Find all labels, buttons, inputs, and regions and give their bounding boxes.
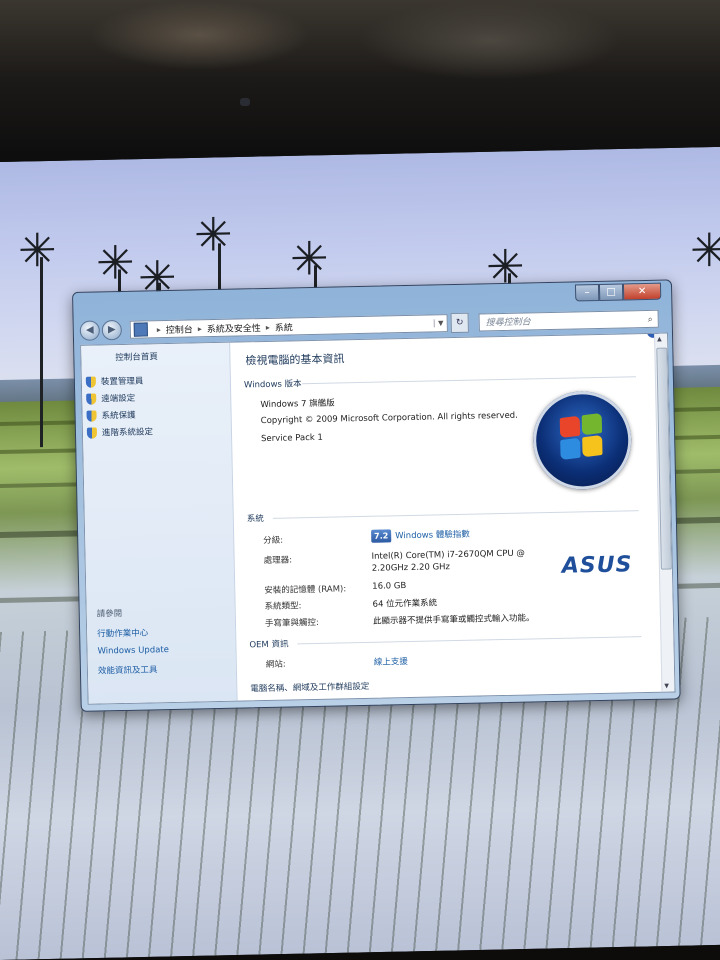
address-dropdown-icon[interactable]: ▼ xyxy=(433,319,447,328)
breadcrumb-separator: ▸ xyxy=(265,322,270,332)
minimize-button[interactable]: – xyxy=(574,283,600,302)
search-placeholder: 搜尋控制台 xyxy=(485,317,531,329)
breadcrumb-separator: ▸ xyxy=(197,323,202,333)
shield-icon xyxy=(86,393,97,405)
windows-update-link[interactable]: Windows Update xyxy=(97,645,169,656)
control-panel-icon xyxy=(133,322,148,337)
experience-index-link[interactable]: Windows 體驗指數 xyxy=(395,530,470,542)
processor-label: 處理器: xyxy=(263,555,293,567)
sidebar-item-remote-settings[interactable]: 遠端設定 xyxy=(86,392,135,405)
content-area: 控制台首頁 裝置管理員 遠端設定 系統保護 進階系統設定 請參閱 行動作業中心 … xyxy=(80,332,676,705)
shield-icon xyxy=(86,410,97,422)
sidebar-item-label: 進階系統設定 xyxy=(101,427,154,439)
rating-value[interactable]: 7.2 Windows 體驗指數 xyxy=(371,528,470,543)
sidebar-item-device-manager[interactable]: 裝置管理員 xyxy=(85,375,144,388)
sidebar-item-label: 遠端設定 xyxy=(101,393,136,405)
processor-value-line2: 2.20GHz 2.20 GHz xyxy=(371,562,451,574)
online-support-link[interactable]: 線上支援 xyxy=(374,655,408,668)
sidebar-item-label: 裝置管理員 xyxy=(100,376,144,388)
search-input[interactable]: 搜尋控制台 ⌕ xyxy=(478,309,659,332)
copyright-text: Copyright © 2009 Microsoft Corporation. … xyxy=(260,410,518,427)
windows-flag-icon xyxy=(559,412,605,463)
pen-touch-value: 此顯示器不提供手寫筆或觸控式輸入功能。 xyxy=(372,613,535,627)
system-section-header: 系統 xyxy=(246,514,264,525)
search-icon[interactable]: ⌕ xyxy=(647,311,653,329)
experience-index-badge: 7.2 xyxy=(371,529,392,543)
main-panel: ? 檢視電腦的基本資訊 Windows 版本 Windows 7 旗艦版 Cop… xyxy=(239,332,660,701)
system-type-label: 系統類型: xyxy=(264,601,302,613)
system-type-value: 64 位元作業系統 xyxy=(372,598,438,610)
breadcrumb-control-panel[interactable]: 控制台 xyxy=(166,322,193,336)
address-bar[interactable]: ▸ 控制台 ▸ 系統及安全性 ▸ 系統 ▼ xyxy=(129,314,448,339)
scrollbar-thumb[interactable] xyxy=(656,347,672,570)
webcam xyxy=(240,98,250,106)
performance-tools-link[interactable]: 效能資訊及工具 xyxy=(98,663,158,676)
sidebar-item-advanced-settings[interactable]: 進階系統設定 xyxy=(86,425,154,439)
background-blur xyxy=(360,0,620,80)
shield-icon xyxy=(85,376,96,388)
see-also-heading: 請參閱 xyxy=(96,609,123,620)
divider xyxy=(301,376,636,385)
sidebar-item-system-protection[interactable]: 系統保護 xyxy=(86,409,136,422)
task-pane: 控制台首頁 裝置管理員 遠端設定 系統保護 進階系統設定 請參閱 行動作業中心 … xyxy=(81,342,238,704)
action-center-link[interactable]: 行動作業中心 xyxy=(97,626,148,639)
rating-label: 分級: xyxy=(263,535,284,547)
edition-section-header: Windows 版本 xyxy=(243,379,302,391)
breadcrumb-separator: ▸ xyxy=(156,324,161,334)
shield-icon xyxy=(86,427,98,439)
oem-section-header: OEM 資訊 xyxy=(249,639,289,651)
breadcrumb-system-security[interactable]: 系統及安全性 xyxy=(207,321,261,335)
background-blur xyxy=(90,0,310,70)
maximize-button[interactable]: □ xyxy=(598,283,624,301)
control-panel-home-link[interactable]: 控制台首頁 xyxy=(115,350,158,363)
page-title: 檢視電腦的基本資訊 xyxy=(245,352,345,368)
windows-edition: Windows 7 旗艦版 xyxy=(260,398,335,411)
windows-logo xyxy=(532,390,633,491)
close-button[interactable]: ✕ xyxy=(622,282,662,301)
refresh-button[interactable]: ↻ xyxy=(450,312,469,334)
vertical-scrollbar[interactable]: ▲ ▼ xyxy=(654,333,675,692)
processor-value-line1: Intel(R) Core(TM) i7-2670QM CPU @ xyxy=(371,548,525,562)
computer-name-section-header: 電腦名稱、網域及工作群組設定 xyxy=(250,681,370,695)
forward-button[interactable]: ▶ xyxy=(101,319,123,341)
ram-label: 安裝的記憶體 (RAM): xyxy=(264,584,347,597)
breadcrumb-system[interactable]: 系統 xyxy=(275,320,293,333)
scroll-down-icon[interactable]: ▼ xyxy=(664,683,669,690)
scroll-up-icon[interactable]: ▲ xyxy=(657,336,662,343)
website-label: 網站: xyxy=(265,659,286,671)
divider xyxy=(272,510,639,519)
sidebar-item-label: 系統保護 xyxy=(101,410,136,422)
back-button[interactable]: ◀ xyxy=(79,320,101,341)
caption-buttons: – □ ✕ xyxy=(574,282,662,302)
service-pack: Service Pack 1 xyxy=(261,432,323,445)
ram-value: 16.0 GB xyxy=(372,581,407,592)
divider xyxy=(297,636,642,645)
asus-logo: ASUS xyxy=(561,552,633,579)
system-window: – □ ✕ ◀ ▶ ▸ 控制台 ▸ 系統及安全性 ▸ 系統 ▼ ↻ 搜尋控制台 … xyxy=(72,279,681,712)
pen-touch-label: 手寫筆與觸控: xyxy=(264,617,319,630)
